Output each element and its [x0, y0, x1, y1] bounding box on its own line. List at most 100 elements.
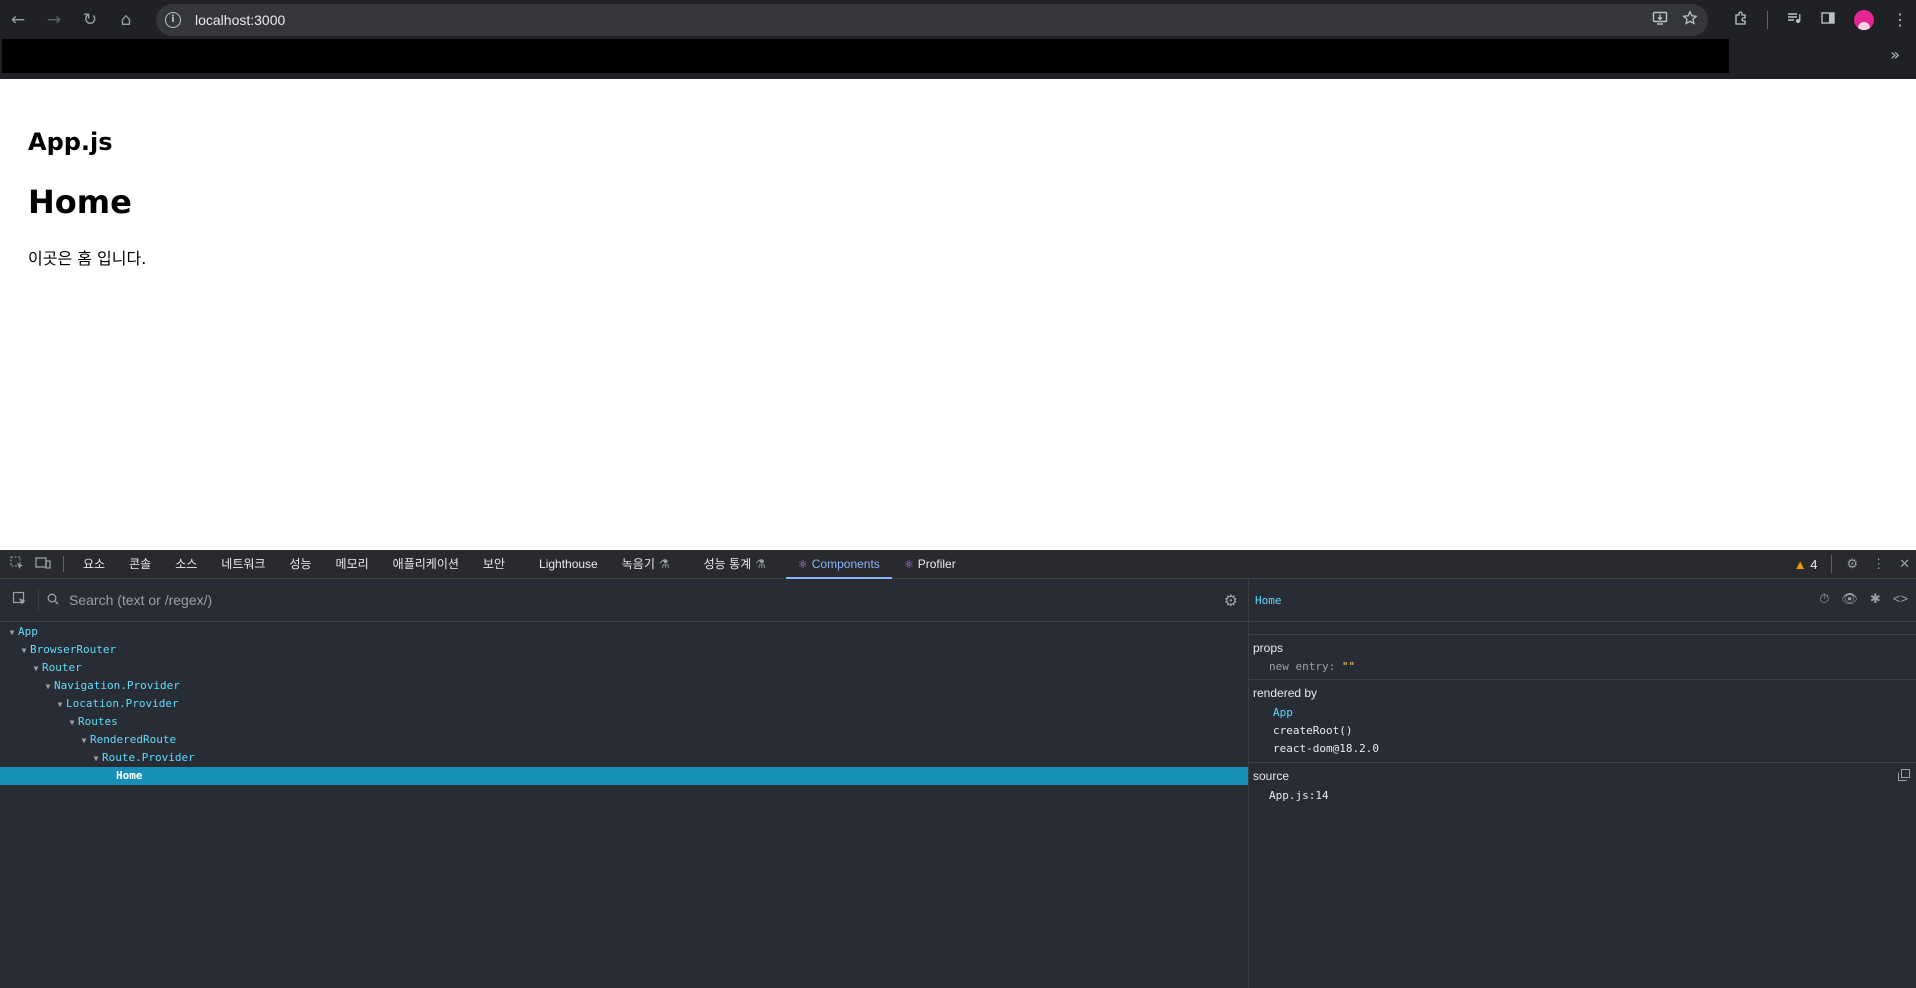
rendered-by-label: rendered by — [1253, 686, 1318, 700]
props-section: props new entry: "" — [1249, 635, 1916, 680]
reload-button[interactable]: ↻ — [72, 0, 108, 39]
tree-row[interactable]: ▼ Navigation.Provider — [0, 677, 1248, 695]
devtools-settings-icon[interactable]: ⚙ — [1846, 556, 1858, 572]
address-bar[interactable]: i localhost:3000 — [156, 4, 1708, 36]
tree-row[interactable]: ▼ Location.Provider — [0, 695, 1248, 713]
collapse-arrow-icon[interactable]: ▼ — [18, 642, 30, 660]
prop-value[interactable]: "" — [1342, 660, 1355, 673]
collapse-arrow-icon[interactable]: ▼ — [6, 624, 18, 642]
tab-memory[interactable]: 메모리 — [324, 550, 381, 578]
media-controls-icon[interactable] — [1786, 10, 1802, 30]
tab-performance-insights[interactable]: 성능 통계 ⚗ — [692, 550, 778, 578]
tab-security[interactable]: 보안 — [471, 550, 517, 578]
tab-components[interactable]: ⚛ Components — [785, 550, 892, 579]
rendered-by-item: react-dom@18.2.0 — [1273, 742, 1379, 755]
tab-elements[interactable]: 요소 — [71, 550, 117, 578]
collapse-arrow-icon[interactable]: ▼ — [42, 678, 54, 696]
tree-row[interactable]: ▼ Routes — [0, 713, 1248, 731]
devtools-panel: 요소 콘솔 소스 네트워크 성능 메모리 애플리케이션 보안 Lighthous… — [0, 550, 1916, 988]
site-info-icon[interactable]: i — [165, 12, 181, 28]
extensions-icon[interactable] — [1733, 10, 1749, 30]
inspect-dom-eye-icon[interactable]: 👁 — [1841, 591, 1858, 607]
component-tree-pane: ⚙ ▼App ▼BrowserRouter ▼Router ▼Navigatio… — [0, 579, 1249, 988]
bookmark-star-icon[interactable] — [1682, 10, 1698, 30]
tab-application[interactable]: 애플리케이션 — [381, 550, 471, 578]
component-name: Router — [42, 661, 82, 674]
tree-row[interactable]: ▼ App — [0, 623, 1248, 641]
inspector-header: Home ⏱ 👁 ✱ <> — [1249, 579, 1916, 622]
tree-row-selected[interactable]: Home — [0, 767, 1248, 785]
view-source-icon[interactable]: <> — [1893, 591, 1908, 607]
page-title: Home — [28, 183, 132, 221]
tree-row[interactable]: ▼ BrowserRouter — [0, 641, 1248, 659]
select-component-icon[interactable] — [12, 591, 32, 609]
rendered-by-app-link[interactable]: App — [1253, 704, 1912, 722]
search-divider — [38, 590, 39, 610]
collapse-arrow-icon[interactable]: ▼ — [90, 750, 102, 768]
tree-row[interactable]: ▼ RenderedRoute — [0, 731, 1248, 749]
collapse-arrow-icon[interactable]: ▼ — [54, 696, 66, 714]
home-button[interactable]: ⌂ — [108, 0, 144, 39]
warning-triangle-icon: ▲ — [1793, 556, 1807, 572]
rendered-by-section: rendered by App createRoot() react-dom@1… — [1249, 680, 1916, 763]
inspector-spacer — [1249, 622, 1916, 635]
install-app-icon[interactable] — [1652, 10, 1668, 30]
tree-row[interactable]: ▼ Route.Provider — [0, 749, 1248, 767]
prop-key[interactable]: new entry — [1269, 660, 1329, 673]
react-icon: ⚛ — [797, 559, 808, 571]
component-tree: ▼ App ▼ BrowserRouter ▼ Router ▼ Navigation.… — [0, 623, 1248, 785]
tab-profiler-label: Profiler — [917, 557, 956, 571]
back-button[interactable]: ← — [0, 0, 36, 39]
devtools-menu-icon[interactable]: ⋮ — [1872, 556, 1885, 572]
component-name: BrowserRouter — [30, 643, 117, 656]
selected-component-name: Home — [1255, 593, 1282, 607]
inspect-element-icon[interactable] — [4, 556, 30, 573]
component-name: RenderedRoute — [90, 733, 177, 746]
toolbar-separator — [1831, 555, 1833, 573]
tree-row[interactable]: ▼ Router — [0, 659, 1248, 677]
profile-avatar[interactable] — [1854, 9, 1874, 30]
tab-performance[interactable]: 성능 — [277, 550, 323, 578]
component-settings-icon[interactable]: ⚙ — [1224, 591, 1238, 611]
prop-new-entry-row[interactable]: new entry: "" — [1253, 659, 1912, 675]
home-icon: ⌂ — [120, 9, 132, 30]
file-heading: App.js — [28, 128, 113, 156]
tab-divider — [63, 556, 64, 572]
tab-recorder[interactable]: 녹음기 ⚗ — [610, 550, 682, 578]
component-name: Location.Provider — [66, 697, 179, 710]
side-panel-icon[interactable] — [1820, 10, 1836, 30]
rendered-by-item: createRoot() — [1273, 724, 1353, 737]
devtools-close-icon[interactable]: ✕ — [1899, 556, 1910, 572]
forward-button[interactable]: → — [36, 0, 72, 39]
tab-recorder-label: 녹음기 — [621, 557, 655, 571]
tab-performance-insights-label: 성능 통계 — [703, 557, 752, 571]
source-location[interactable]: App.js:14 — [1253, 787, 1912, 805]
page-body-text: 이곳은 홈 입니다. — [28, 249, 147, 268]
source-label: source — [1253, 769, 1290, 783]
suspend-timer-icon[interactable]: ⏱ — [1819, 591, 1829, 607]
react-icon: ⚛ — [903, 559, 914, 571]
toolbar-separator — [1767, 10, 1768, 29]
browser-menu-icon[interactable]: ⋮ — [1892, 10, 1908, 29]
component-search-input[interactable] — [67, 591, 1171, 609]
tab-lighthouse[interactable]: Lighthouse — [527, 550, 610, 578]
collapse-arrow-icon[interactable]: ▼ — [78, 732, 90, 750]
tab-components-label: Components — [811, 557, 880, 571]
tab-network[interactable]: 네트워크 — [209, 550, 277, 578]
collapse-arrow-icon[interactable]: ▼ — [66, 714, 78, 732]
tab-console[interactable]: 콘솔 — [117, 550, 163, 578]
copy-icon[interactable] — [1898, 769, 1910, 784]
tab-profiler[interactable]: ⚛ Profiler — [892, 550, 968, 578]
log-debug-bug-icon[interactable]: ✱ — [1870, 591, 1881, 607]
arrow-left-icon: ← — [10, 9, 26, 30]
collapse-arrow-icon[interactable]: ▼ — [30, 660, 42, 678]
arrow-right-icon: → — [46, 9, 62, 30]
warnings-counter[interactable]: ▲ 4 — [1794, 557, 1818, 572]
tab-sources[interactable]: 소스 — [163, 550, 209, 578]
url-text[interactable]: localhost:3000 — [195, 12, 285, 28]
bookmarks-bar: » — [0, 39, 1916, 79]
reload-icon: ↻ — [82, 9, 98, 30]
more-bookmarks-button[interactable]: » — [1890, 45, 1900, 64]
device-toolbar-icon[interactable] — [30, 556, 56, 573]
experimental-flask-icon: ⚗ — [755, 557, 766, 571]
